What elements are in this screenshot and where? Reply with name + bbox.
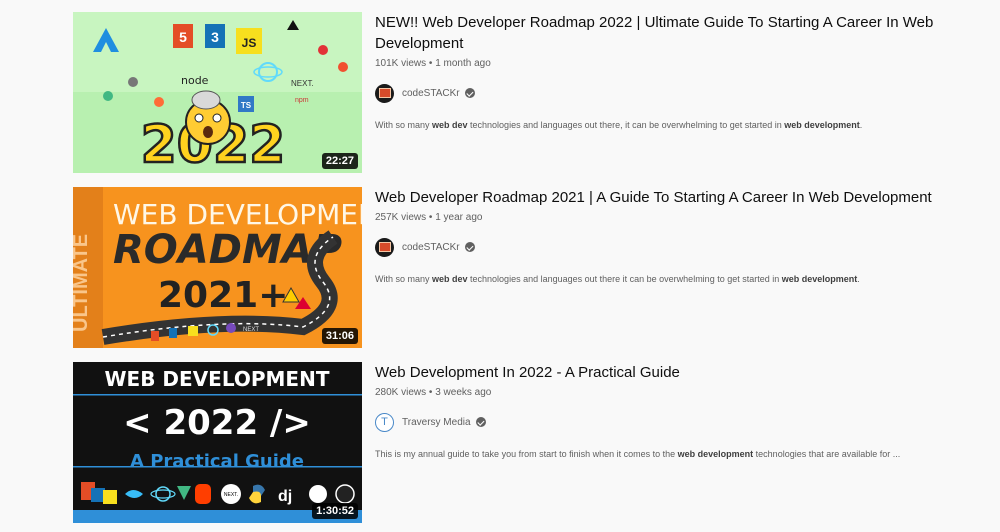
view-count: 280K views (375, 387, 427, 398)
video-description: With so many web dev technologies and la… (375, 273, 955, 286)
view-count: 257K views (375, 212, 427, 223)
description-text: With so many (375, 120, 433, 130)
channel-row[interactable]: codeSTACKr (375, 237, 955, 257)
description-text: With so many (375, 274, 433, 284)
svg-text:JS: JS (242, 36, 257, 50)
svg-text:node: node (181, 74, 209, 87)
description-text: technologies and languages out there it … (467, 274, 782, 284)
video-thumbnail[interactable]: 5 3 JS node TS NEXT. npm 2022 (73, 12, 362, 173)
verified-check-icon (464, 242, 475, 252)
description-keyword: web development (677, 449, 754, 459)
video-metadata: 257K views • 1 year ago (375, 212, 483, 223)
description-text: . (857, 274, 860, 284)
svg-text:A Practical Guide: A Practical Guide (130, 451, 304, 472)
svg-text:3: 3 (211, 29, 219, 45)
duration-badge: 31:06 (321, 328, 358, 344)
svg-text:npm: npm (295, 97, 309, 104)
upload-age: 1 month ago (435, 58, 491, 69)
duration-badge: 1:30:52 (312, 503, 358, 519)
channel-name[interactable]: codeSTACKr (402, 242, 460, 253)
description-keyword: web dev (432, 120, 468, 130)
avatar[interactable]: T (375, 412, 394, 432)
video-metadata: 101K views • 1 month ago (375, 58, 491, 69)
video-thumbnail[interactable]: ULTIMATE WEB DEVELOPMENT ROADMAP 2021+ N… (73, 187, 362, 348)
channel-row[interactable]: T Traversy Media (375, 412, 955, 432)
svg-text:NEXT.: NEXT. (291, 79, 314, 88)
svg-text:5: 5 (179, 29, 187, 45)
video-description: With so many web dev technologies and la… (375, 119, 955, 132)
video-thumbnail[interactable]: WEB DEVELOPMENT < 2022 /> A Practical Gu… (73, 362, 362, 523)
redux-icon (309, 485, 327, 503)
video-title[interactable]: Web Developer Roadmap 2021 | A Guide To … (375, 187, 955, 208)
video-metadata: 280K views • 3 weeks ago (375, 387, 492, 398)
duration-badge: 22:27 (321, 153, 358, 169)
thumbnail-art: WEB DEVELOPMENT < 2022 /> A Practical Gu… (73, 362, 362, 523)
css3-icon (169, 328, 177, 338)
description-keyword: web development (784, 120, 860, 130)
svg-text:NEXT: NEXT (243, 327, 259, 333)
js-icon (188, 326, 198, 336)
description-keyword: web development (781, 274, 858, 284)
view-count: 101K views (375, 58, 427, 69)
channel-name[interactable]: codeSTACKr (402, 88, 460, 99)
description-text: technologies and languages out there, it… (467, 120, 785, 130)
svg-text:< 2022 />: < 2022 /> (123, 403, 311, 443)
thumbnail-art: ULTIMATE WEB DEVELOPMENT ROADMAP 2021+ N… (73, 187, 362, 348)
description-keyword: web dev (432, 274, 468, 284)
upload-age: 3 weeks ago (435, 387, 492, 398)
js-icon (103, 490, 117, 504)
verified-check-icon (475, 417, 486, 427)
video-title[interactable]: Web Development In 2022 - A Practical Gu… (375, 362, 955, 383)
svg-text:dj: dj (278, 488, 292, 505)
svg-text:TS: TS (241, 101, 252, 110)
video-description: This is my annual guide to take you from… (375, 448, 955, 461)
description-text: . (859, 120, 863, 130)
video-title[interactable]: NEW!! Web Developer Roadmap 2022 | Ultim… (375, 12, 955, 54)
video-result[interactable]: 5 3 JS node TS NEXT. npm 2022 (73, 12, 953, 173)
thumbnail-art: 5 3 JS node TS NEXT. npm 2022 (73, 12, 362, 173)
description-text: This is my annual guide to take you from… (375, 449, 678, 459)
description-text: technologies that are available for ... (753, 449, 901, 459)
channel-row[interactable]: codeSTACKr (375, 83, 955, 103)
html5-icon (151, 331, 159, 341)
svelte-icon (195, 484, 211, 504)
video-result[interactable]: WEB DEVELOPMENT < 2022 /> A Practical Gu… (73, 362, 953, 523)
svg-text:ULTIMATE: ULTIMATE (73, 234, 92, 332)
svg-text:NEXT.: NEXT. (224, 492, 238, 498)
svg-text:2021+: 2021+ (158, 275, 288, 316)
css3-icon (91, 488, 105, 502)
avatar[interactable] (375, 237, 394, 257)
channel-name[interactable]: Traversy Media (402, 417, 471, 428)
svg-text:WEB DEVELOPMENT: WEB DEVELOPMENT (105, 367, 330, 391)
upload-age: 1 year ago (435, 212, 483, 223)
avatar[interactable] (375, 83, 394, 103)
video-result[interactable]: ULTIMATE WEB DEVELOPMENT ROADMAP 2021+ N… (73, 187, 953, 348)
verified-check-icon (464, 88, 475, 98)
